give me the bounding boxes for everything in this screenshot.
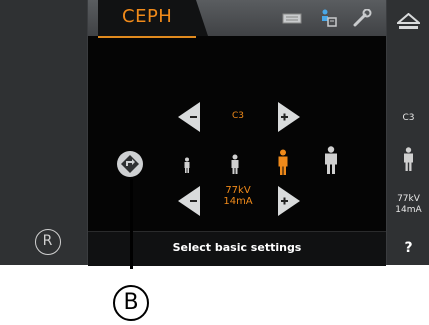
eject-up-icon[interactable] — [397, 13, 420, 31]
cassette-icon[interactable] — [282, 9, 302, 27]
tab-ceph-label: CEPH — [122, 6, 173, 27]
patient-medium-icon[interactable] — [277, 149, 289, 175]
callout-line — [130, 179, 133, 269]
callout-b: B — [113, 285, 149, 321]
patient-child-icon[interactable] — [183, 157, 191, 173]
right-program-value: C3 — [402, 113, 415, 123]
ma-value: 14mA — [223, 196, 253, 207]
program-prev-arrow[interactable] — [178, 102, 200, 132]
kv-value: 77kV — [225, 185, 251, 196]
tab-ceph[interactable]: CEPH — [98, 0, 208, 38]
patient-large-icon[interactable] — [324, 146, 338, 174]
right-patient-icon — [404, 147, 413, 171]
exposure-prev-arrow[interactable] — [178, 186, 200, 216]
patient-small-icon[interactable] — [230, 154, 240, 174]
tab-bar: CEPH — [88, 0, 386, 38]
r-button[interactable]: R — [35, 229, 61, 255]
program-value: C3 — [231, 111, 244, 121]
right-exposure-values: 77kV 14mA — [387, 194, 429, 216]
help-button[interactable]: ? — [387, 240, 429, 256]
right-kv-value: 77kV — [397, 194, 420, 204]
callout-b-label: B — [123, 290, 139, 315]
exposure-values: 77kV 14mA — [216, 185, 260, 207]
r-label: R — [42, 233, 53, 249]
left-panel: R — [0, 0, 88, 265]
exposure-next-arrow[interactable] — [278, 186, 300, 216]
right-panel: C3 77kV 14mA ? — [386, 0, 429, 265]
right-ma-value: 14mA — [395, 205, 422, 215]
rotate-head-button[interactable] — [116, 150, 144, 178]
wrench-icon[interactable] — [352, 9, 372, 27]
patient-device-icon[interactable] — [318, 9, 338, 27]
program-next-arrow[interactable] — [278, 102, 300, 132]
touch-screen: R CEPH C3 77kV 14mA Select basic setting… — [0, 0, 429, 266]
